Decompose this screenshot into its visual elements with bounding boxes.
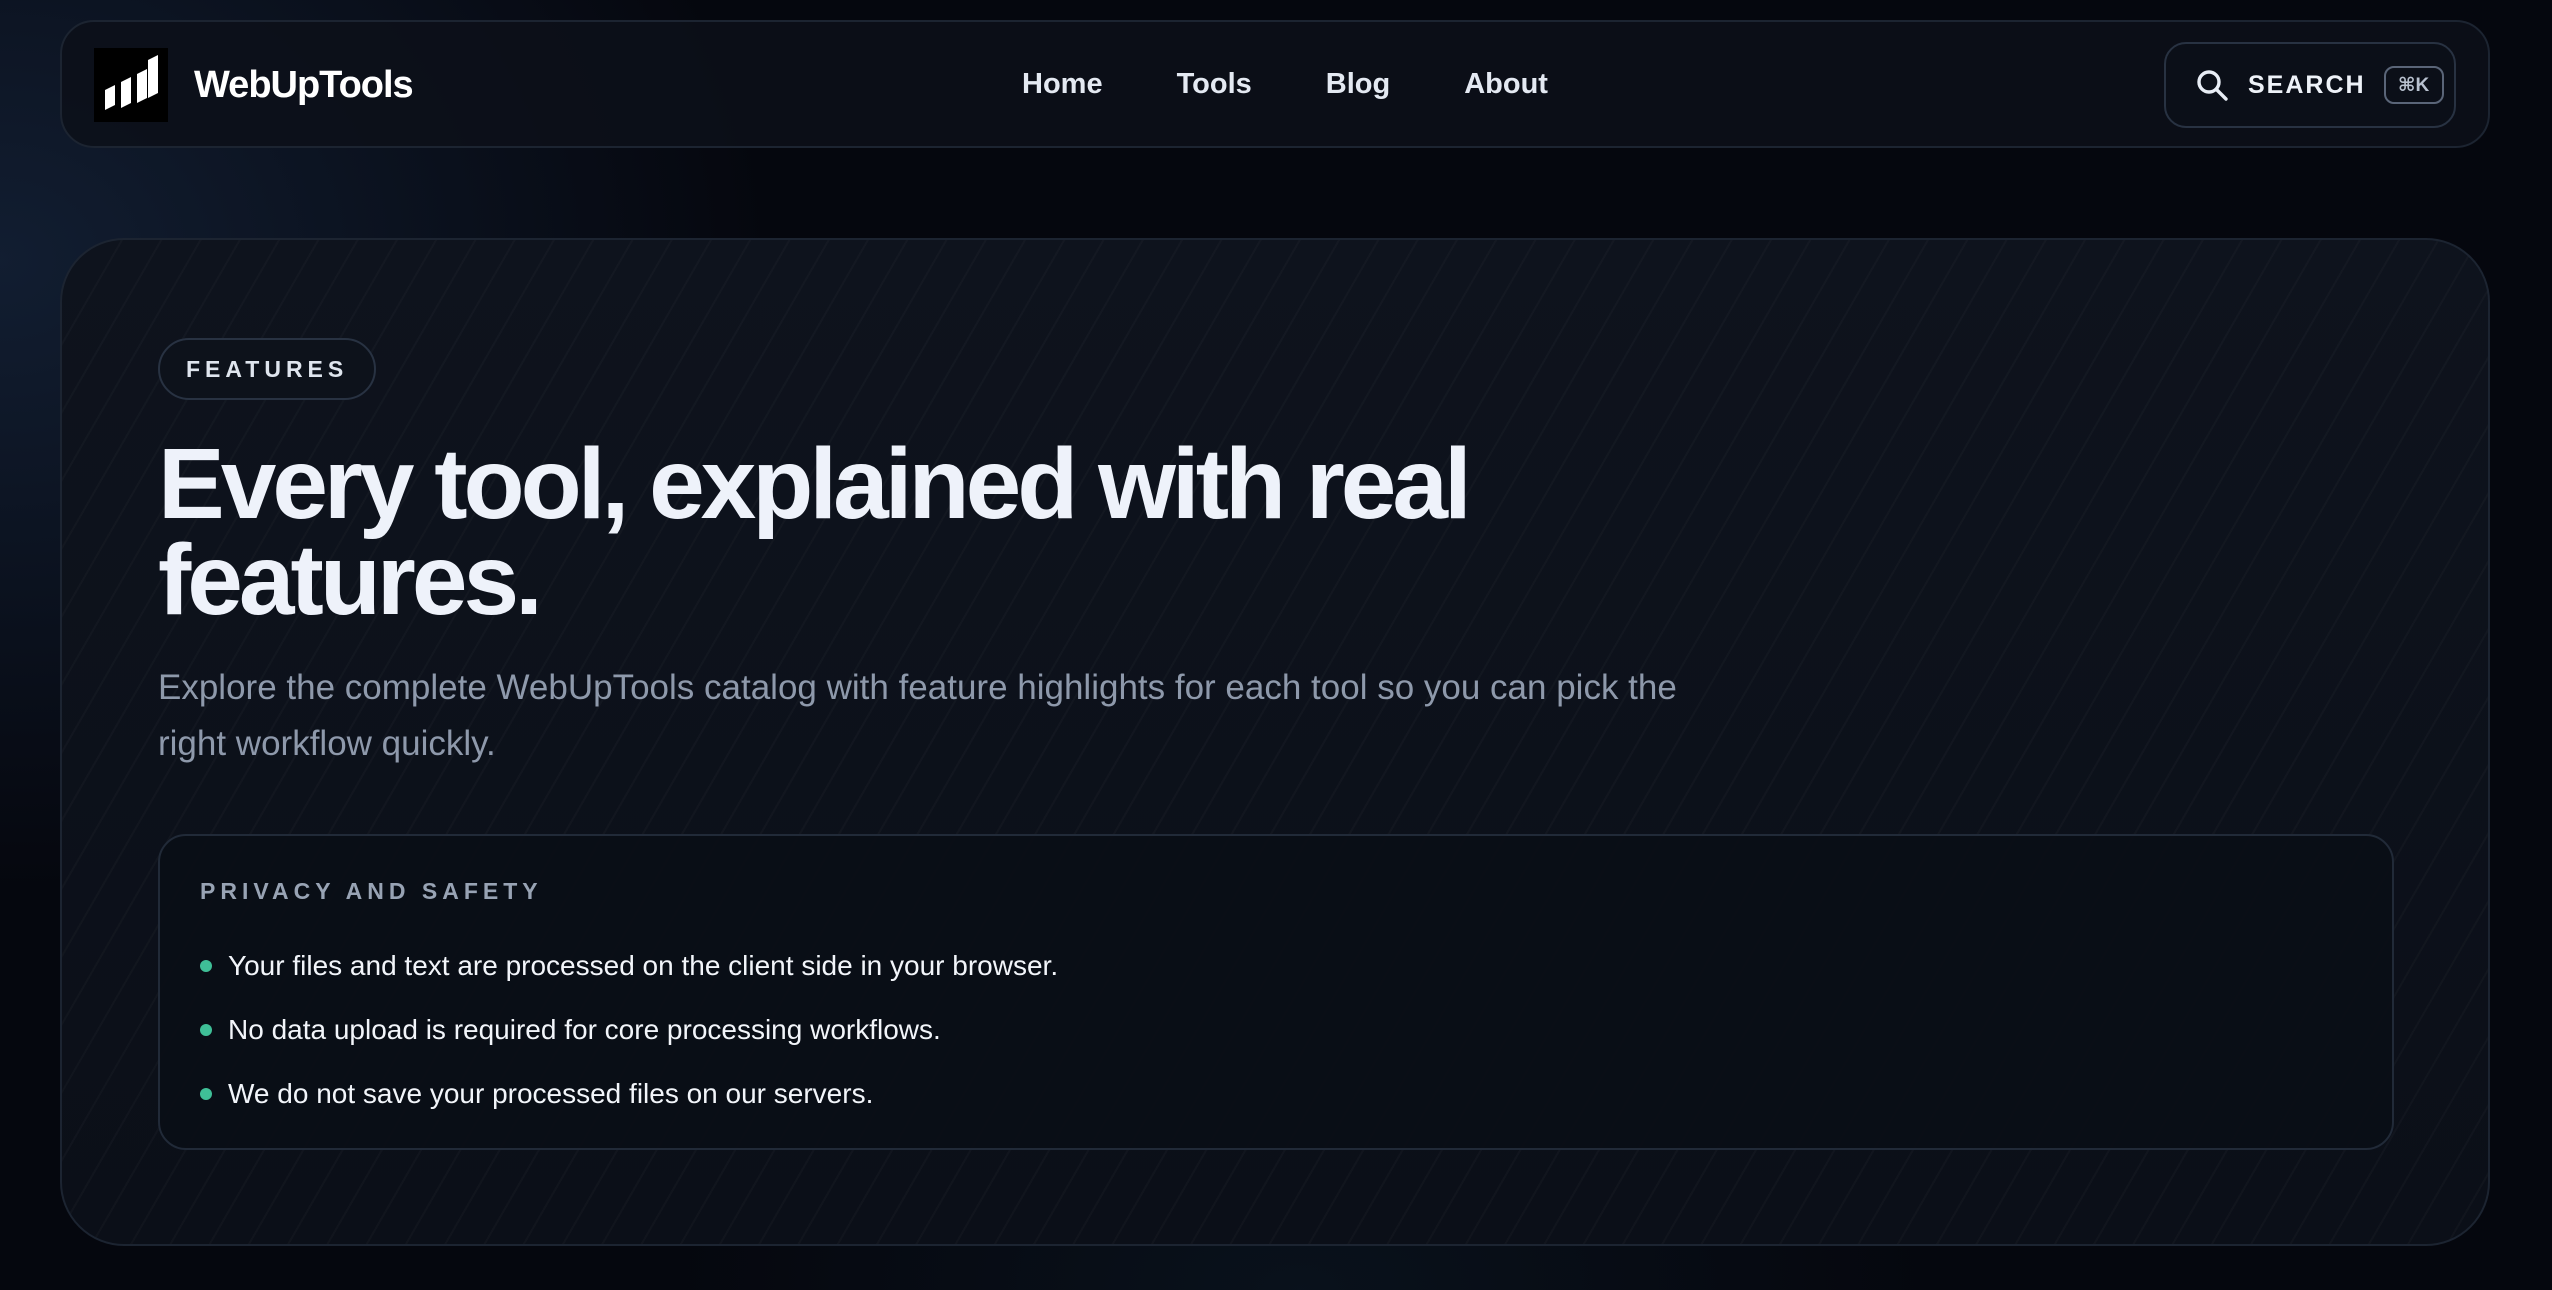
brand-name[interactable]: WebUpTools [194, 64, 414, 107]
top-navbar: WebUpTools Home Tools Blog About SEARCH … [60, 20, 2490, 148]
webuptools-logo-icon[interactable] [94, 48, 168, 122]
list-item: No data upload is required for core proc… [200, 998, 1058, 1062]
page-subtitle: Explore the complete WebUpTools catalog … [158, 668, 1677, 763]
nav-link-tools[interactable]: Tools [1177, 68, 1252, 101]
search-shortcut-badge: ⌘K [2383, 66, 2444, 104]
nav-link-about[interactable]: About [1464, 68, 1548, 101]
privacy-card: PRIVACY AND SAFETY Your files and text a… [158, 834, 2394, 1150]
search-icon [2197, 70, 2228, 101]
privacy-heading: PRIVACY AND SAFETY [200, 878, 543, 904]
bullet-dot-icon [200, 1024, 212, 1036]
nav-link-home[interactable]: Home [1022, 68, 1103, 101]
list-item: We do not save your processed files on o… [200, 1062, 1058, 1126]
main-nav: Home Tools Blog About [1022, 22, 1548, 146]
brand[interactable]: WebUpTools [94, 48, 414, 122]
privacy-list: Your files and text are processed on the… [200, 934, 1058, 1126]
search-label: SEARCH [2248, 70, 2366, 99]
privacy-item-text: No data upload is required for core proc… [228, 1014, 941, 1045]
privacy-item-text: Your files and text are processed on the… [228, 950, 1059, 981]
search-button[interactable]: SEARCH ⌘K [2164, 42, 2456, 128]
page-title: Every tool, explained with real features… [158, 428, 1472, 636]
nav-link-blog[interactable]: Blog [1326, 68, 1390, 101]
privacy-item-text: We do not save your processed files on o… [228, 1078, 874, 1109]
features-hero: FEATURES Every tool, explained with real… [60, 238, 2490, 1246]
section-badge: FEATURES [158, 338, 377, 400]
bullet-dot-icon [200, 960, 212, 972]
list-item: Your files and text are processed on the… [200, 934, 1058, 998]
bullet-dot-icon [200, 1088, 212, 1100]
